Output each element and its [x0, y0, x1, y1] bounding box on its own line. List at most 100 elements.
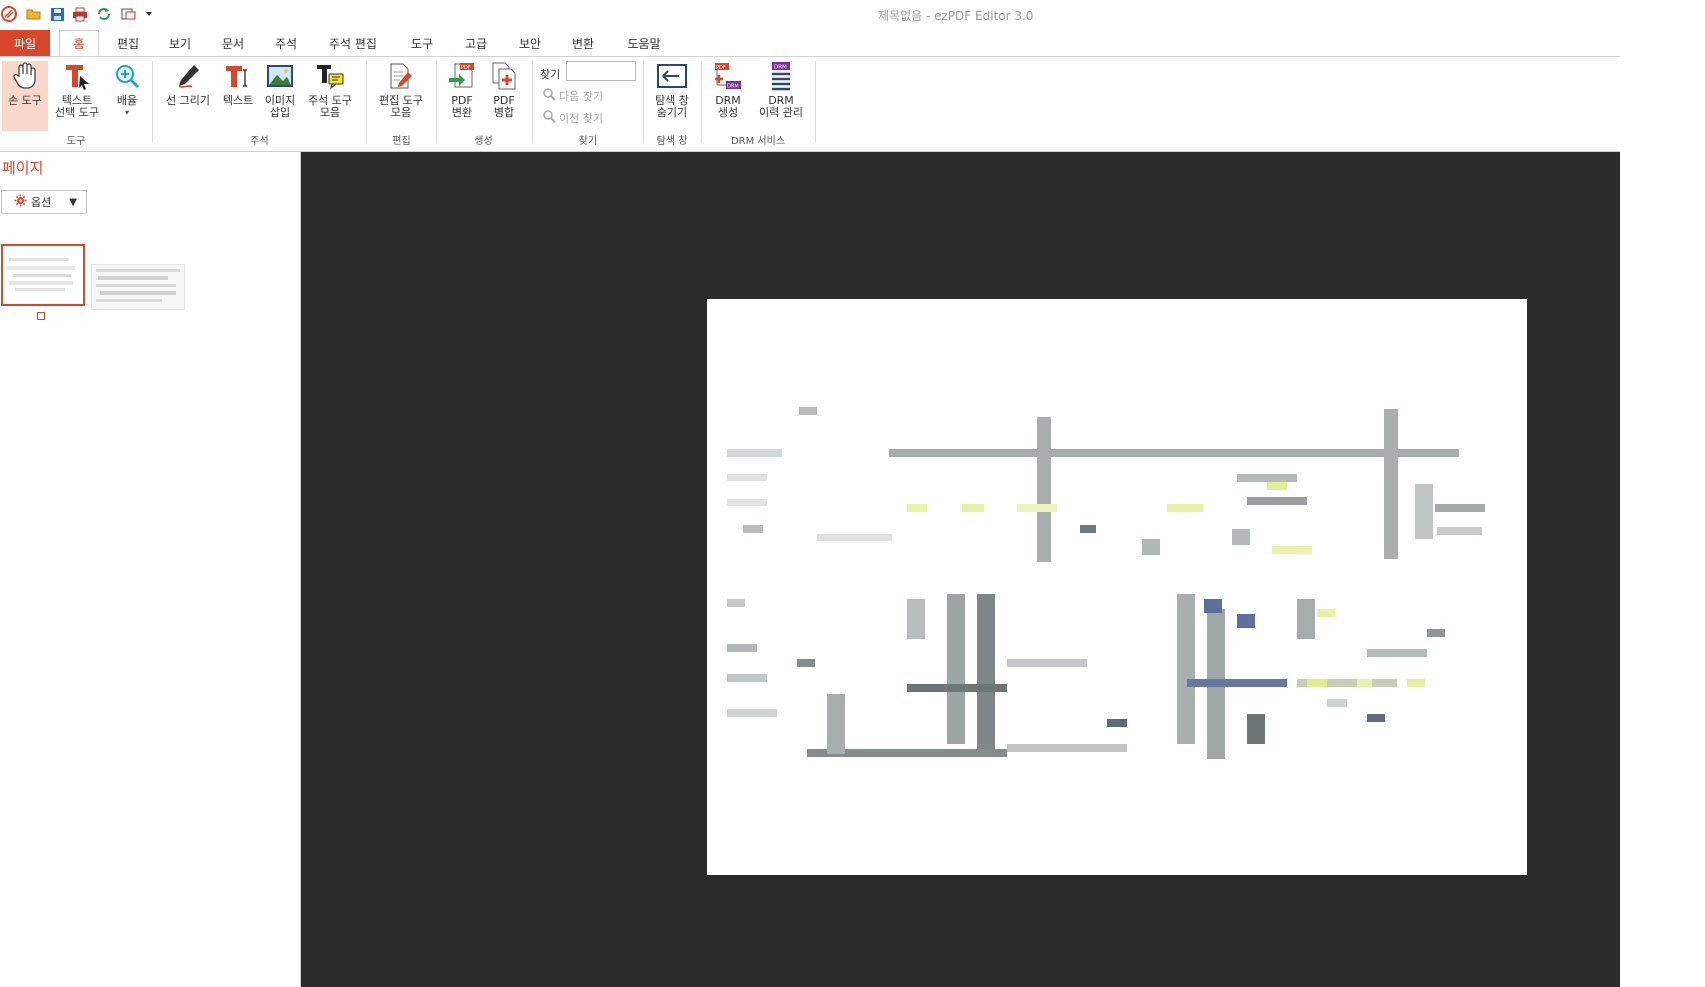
nav-pane-icon: [657, 61, 687, 91]
snapshot-icon[interactable]: [120, 5, 138, 23]
tab-annotation-edit[interactable]: 주석 편집: [322, 30, 384, 56]
ribbon: 손 도구 텍스트 선택 도구 배율 ▾ 도구 선 그리기 텍스트 이미지 삽입: [0, 57, 1620, 152]
options-button[interactable]: 옵션 ▼: [1, 190, 87, 214]
find-next-icon: [542, 87, 556, 104]
gear-icon: [14, 194, 27, 210]
group-label-edit: 편집: [392, 136, 411, 147]
document-viewer[interactable]: [301, 152, 1620, 987]
group-label-find: 찾기: [578, 136, 598, 147]
group-label-nav-pane: 탐색 창: [656, 136, 688, 147]
find-input[interactable]: [566, 61, 636, 81]
tab-tools[interactable]: 도구: [404, 30, 440, 56]
drm-create-button[interactable]: PDF DRM DRM 생성: [708, 61, 748, 119]
group-separator: [436, 61, 437, 143]
print-icon[interactable]: [71, 5, 89, 23]
text-button[interactable]: 텍스트: [218, 61, 258, 107]
text-select-tool-button[interactable]: 텍스트 선택 도구: [50, 61, 104, 119]
find-prev-label: 이전 찾기: [559, 111, 603, 125]
svg-text:DRM: DRM: [774, 65, 787, 71]
find-prev-button[interactable]: 이전 찾기: [542, 109, 603, 126]
tab-convert[interactable]: 변환: [565, 30, 601, 56]
drm-history-button[interactable]: DRM DRM 이력 관리: [752, 61, 810, 119]
nav-pane-hide-label: 탐색 창 숨기기: [655, 94, 689, 119]
open-folder-icon[interactable]: [25, 5, 43, 23]
text-select-icon: [62, 61, 92, 91]
svg-text:DRM: DRM: [727, 84, 739, 90]
document-page: [707, 299, 1527, 875]
pages-panel: 페이지 옵션 ▼: [0, 152, 301, 987]
tab-edit[interactable]: 편집: [110, 30, 146, 56]
options-button-label: 옵션: [31, 196, 52, 209]
tab-advanced[interactable]: 고급: [458, 30, 494, 56]
edit-tools-button[interactable]: 편집 도구 모음: [372, 61, 430, 119]
tab-help[interactable]: 도움말: [620, 30, 668, 56]
pdf-convert-button[interactable]: PDF PDF 변환: [442, 61, 482, 119]
drm-create-label: DRM 생성: [715, 94, 741, 119]
find-label: 찾기: [540, 68, 561, 81]
tab-annotation[interactable]: 주석: [268, 30, 304, 56]
pdf-convert-icon: PDF: [447, 61, 477, 91]
group-label-drm: DRM 서비스: [730, 136, 786, 147]
pdf-convert-label: PDF 변환: [451, 94, 473, 119]
pdf-merge-label: PDF 병합: [493, 94, 515, 119]
group-separator: [152, 61, 153, 143]
hand-tool-label: 손 도구: [8, 94, 42, 107]
tab-security[interactable]: 보안: [512, 30, 548, 56]
page-thumbnail[interactable]: [91, 264, 185, 310]
zoom-icon: [112, 61, 142, 91]
customize-dropdown-icon[interactable]: [140, 5, 158, 23]
window-title: 제목없음 - ezPDF Editor 3.0: [878, 9, 1034, 23]
tab-document[interactable]: 문서: [215, 30, 251, 56]
nav-pane-hide-button[interactable]: 탐색 창 숨기기: [648, 61, 696, 119]
tab-home[interactable]: 홈: [59, 30, 99, 56]
hand-icon: [10, 61, 40, 91]
group-separator: [701, 61, 702, 143]
group-separator: [532, 61, 533, 143]
draw-line-label: 선 그리기: [166, 94, 210, 107]
chevron-down-icon: ▼: [69, 196, 77, 208]
title-bar: 제목없음 - ezPDF Editor 3.0: [0, 0, 1620, 29]
edit-document-icon: [386, 61, 416, 91]
refresh-icon[interactable]: [95, 5, 113, 23]
annotation-tools-button[interactable]: 주석 도구 모음: [302, 61, 358, 119]
zoom-dropdown-icon[interactable]: ▾: [125, 108, 129, 117]
page-thumbnail-preview: [7, 258, 75, 291]
find-next-label: 다음 찾기: [559, 89, 603, 103]
group-separator: [815, 61, 816, 143]
pages-panel-title: 페이지: [2, 159, 44, 177]
image-icon: [265, 61, 295, 91]
current-page-marker: [37, 312, 45, 320]
file-menu-tab[interactable]: 파일: [0, 30, 50, 56]
drm-create-icon: PDF DRM: [713, 61, 743, 91]
group-label-create: 생성: [474, 136, 493, 147]
menu-bar: 파일 홈 편집 보기 문서 주석 주석 편집 도구 고급 보안 변환 도움말: [0, 30, 1620, 57]
app-logo-icon[interactable]: [0, 5, 18, 23]
save-icon[interactable]: [48, 5, 66, 23]
group-separator: [366, 61, 367, 143]
svg-text:PDF: PDF: [461, 65, 471, 71]
pdf-merge-icon: [489, 61, 519, 91]
tab-view[interactable]: 보기: [162, 30, 198, 56]
pen-icon: [173, 61, 203, 91]
text-icon: [223, 61, 253, 91]
drm-history-label: DRM 이력 관리: [759, 94, 803, 119]
annotation-tools-label: 주석 도구 모음: [308, 94, 352, 119]
draw-line-button[interactable]: 선 그리기: [160, 61, 216, 107]
insert-image-button[interactable]: 이미지 삽입: [260, 61, 300, 119]
text-select-label: 텍스트 선택 도구: [55, 94, 99, 119]
insert-image-label: 이미지 삽입: [264, 94, 296, 119]
edit-tools-label: 편집 도구 모음: [379, 94, 423, 119]
page-content-preview: [727, 407, 1485, 759]
hand-tool-button[interactable]: 손 도구: [2, 61, 48, 131]
group-separator: [643, 61, 644, 143]
zoom-button[interactable]: 배율 ▾: [108, 61, 146, 117]
drm-history-icon: DRM: [766, 61, 796, 91]
group-label-annotation: 주석: [250, 136, 269, 147]
zoom-label: 배율: [116, 94, 138, 107]
annotation-icon: [315, 61, 345, 91]
page-thumbnail[interactable]: [1, 244, 85, 306]
find-next-button[interactable]: 다음 찾기: [542, 87, 603, 104]
pdf-merge-button[interactable]: PDF 병합: [484, 61, 524, 119]
group-label-tools: 도구: [66, 136, 86, 147]
find-prev-icon: [542, 109, 556, 126]
